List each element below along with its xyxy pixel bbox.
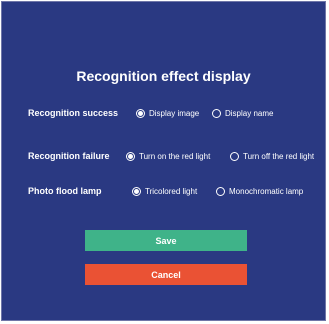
option-turn-off-red-light[interactable]: Turn off the red light [230, 151, 315, 161]
photo-flood-lamp-row: Photo flood lamp Tricolored light Monoch… [2, 184, 325, 198]
page-title: Recognition effect display [76, 68, 251, 84]
recognition-effect-dialog: Recognition effect display Recognition s… [1, 1, 326, 321]
option-label: Turn off the red light [243, 151, 315, 161]
radio-unselected-icon[interactable] [212, 108, 221, 118]
radio-unselected-icon[interactable] [216, 186, 225, 196]
radio-selected-icon[interactable] [136, 108, 145, 118]
option-label: Tricolored light [145, 186, 198, 196]
option-label: Display image [149, 108, 200, 118]
option-label: Display name [225, 108, 274, 118]
photo-flood-lamp-label: Photo flood lamp [28, 186, 102, 196]
option-display-image[interactable]: Display image [136, 108, 200, 118]
option-monochromatic-lamp[interactable]: Monochromatic lamp [216, 186, 304, 196]
radio-unselected-icon[interactable] [230, 151, 239, 161]
option-tricolored-light[interactable]: Tricolored light [132, 186, 198, 196]
recognition-failure-row: Recognition failure Turn on the red ligh… [2, 149, 325, 163]
cancel-button[interactable]: Cancel [85, 264, 247, 285]
recognition-success-label: Recognition success [28, 108, 119, 118]
option-label: Turn on the red light [139, 151, 211, 161]
option-display-name[interactable]: Display name [212, 108, 274, 118]
option-label: Monochromatic lamp [229, 186, 304, 196]
radio-selected-icon[interactable] [132, 186, 141, 196]
option-turn-on-red-light[interactable]: Turn on the red light [126, 151, 211, 161]
radio-selected-icon[interactable] [126, 151, 135, 161]
recognition-success-row: Recognition success Display image Displa… [2, 106, 325, 120]
recognition-failure-label: Recognition failure [28, 151, 110, 161]
save-button[interactable]: Save [85, 230, 247, 251]
